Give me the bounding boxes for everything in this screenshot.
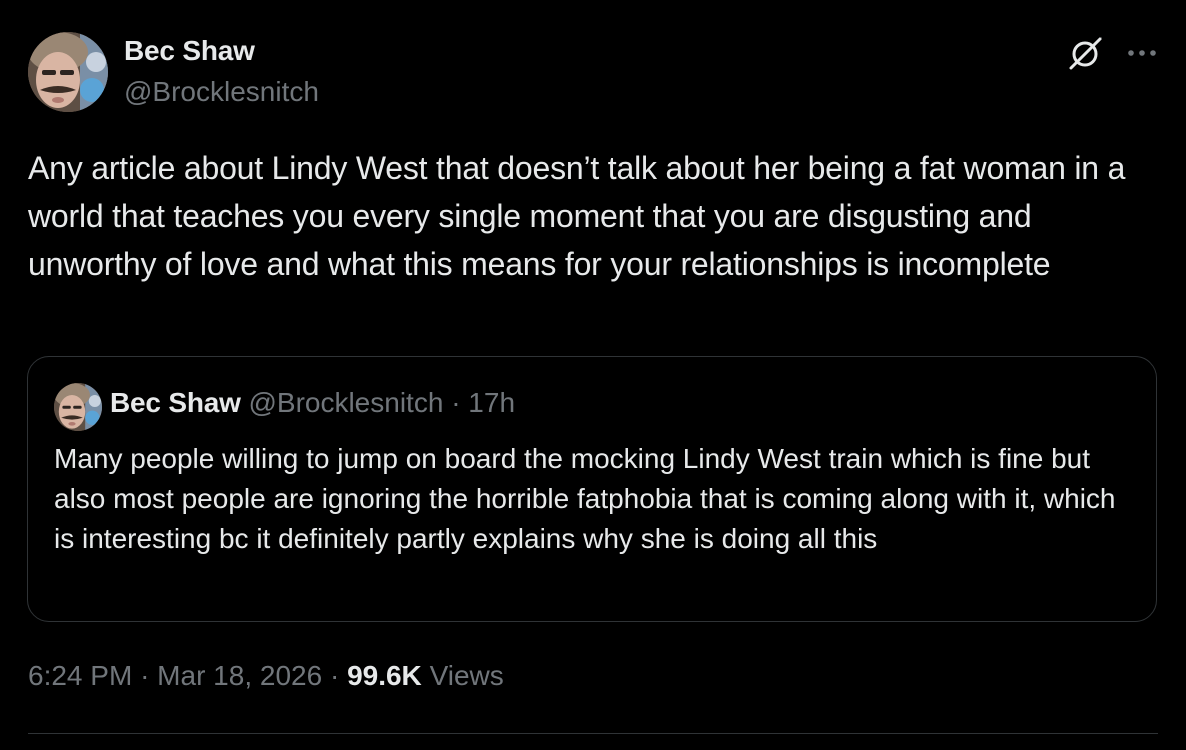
quote-header: Bec Shaw @Brocklesnitch · 17h (110, 387, 515, 419)
quote-author-avatar[interactable] (54, 383, 102, 431)
quote-author-handle[interactable]: @Brocklesnitch (248, 387, 443, 418)
more-options-icon[interactable] (1124, 38, 1160, 68)
meta-separator: · (140, 660, 150, 691)
quote-author-name[interactable]: Bec Shaw (110, 387, 241, 418)
tweet-date[interactable]: Mar 18, 2026 (157, 660, 322, 691)
views-count[interactable]: 99.6K (347, 660, 422, 691)
views-label: Views (429, 660, 504, 691)
quoted-tweet[interactable]: Bec Shaw @Brocklesnitch · 17h Many peopl… (27, 356, 1157, 622)
tweet-time[interactable]: 6:24 PM (28, 660, 132, 691)
author-handle[interactable]: @Brocklesnitch (124, 76, 319, 108)
divider (28, 733, 1158, 734)
meta-separator: · (329, 660, 340, 691)
grok-icon[interactable] (1066, 33, 1106, 73)
tweet-meta: 6:24 PM · Mar 18, 2026 · 99.6K Views (28, 660, 504, 692)
quote-timestamp[interactable]: 17h (468, 387, 515, 418)
tweet: Bec Shaw @Brocklesnitch Any article abou… (0, 0, 1186, 750)
quote-separator: · (451, 387, 461, 418)
author-name[interactable]: Bec Shaw (124, 35, 255, 67)
tweet-text: Any article about Lindy West that doesn’… (28, 150, 1126, 282)
quote-text: Many people willing to jump on board the… (54, 443, 1116, 554)
author-avatar[interactable] (28, 32, 108, 112)
